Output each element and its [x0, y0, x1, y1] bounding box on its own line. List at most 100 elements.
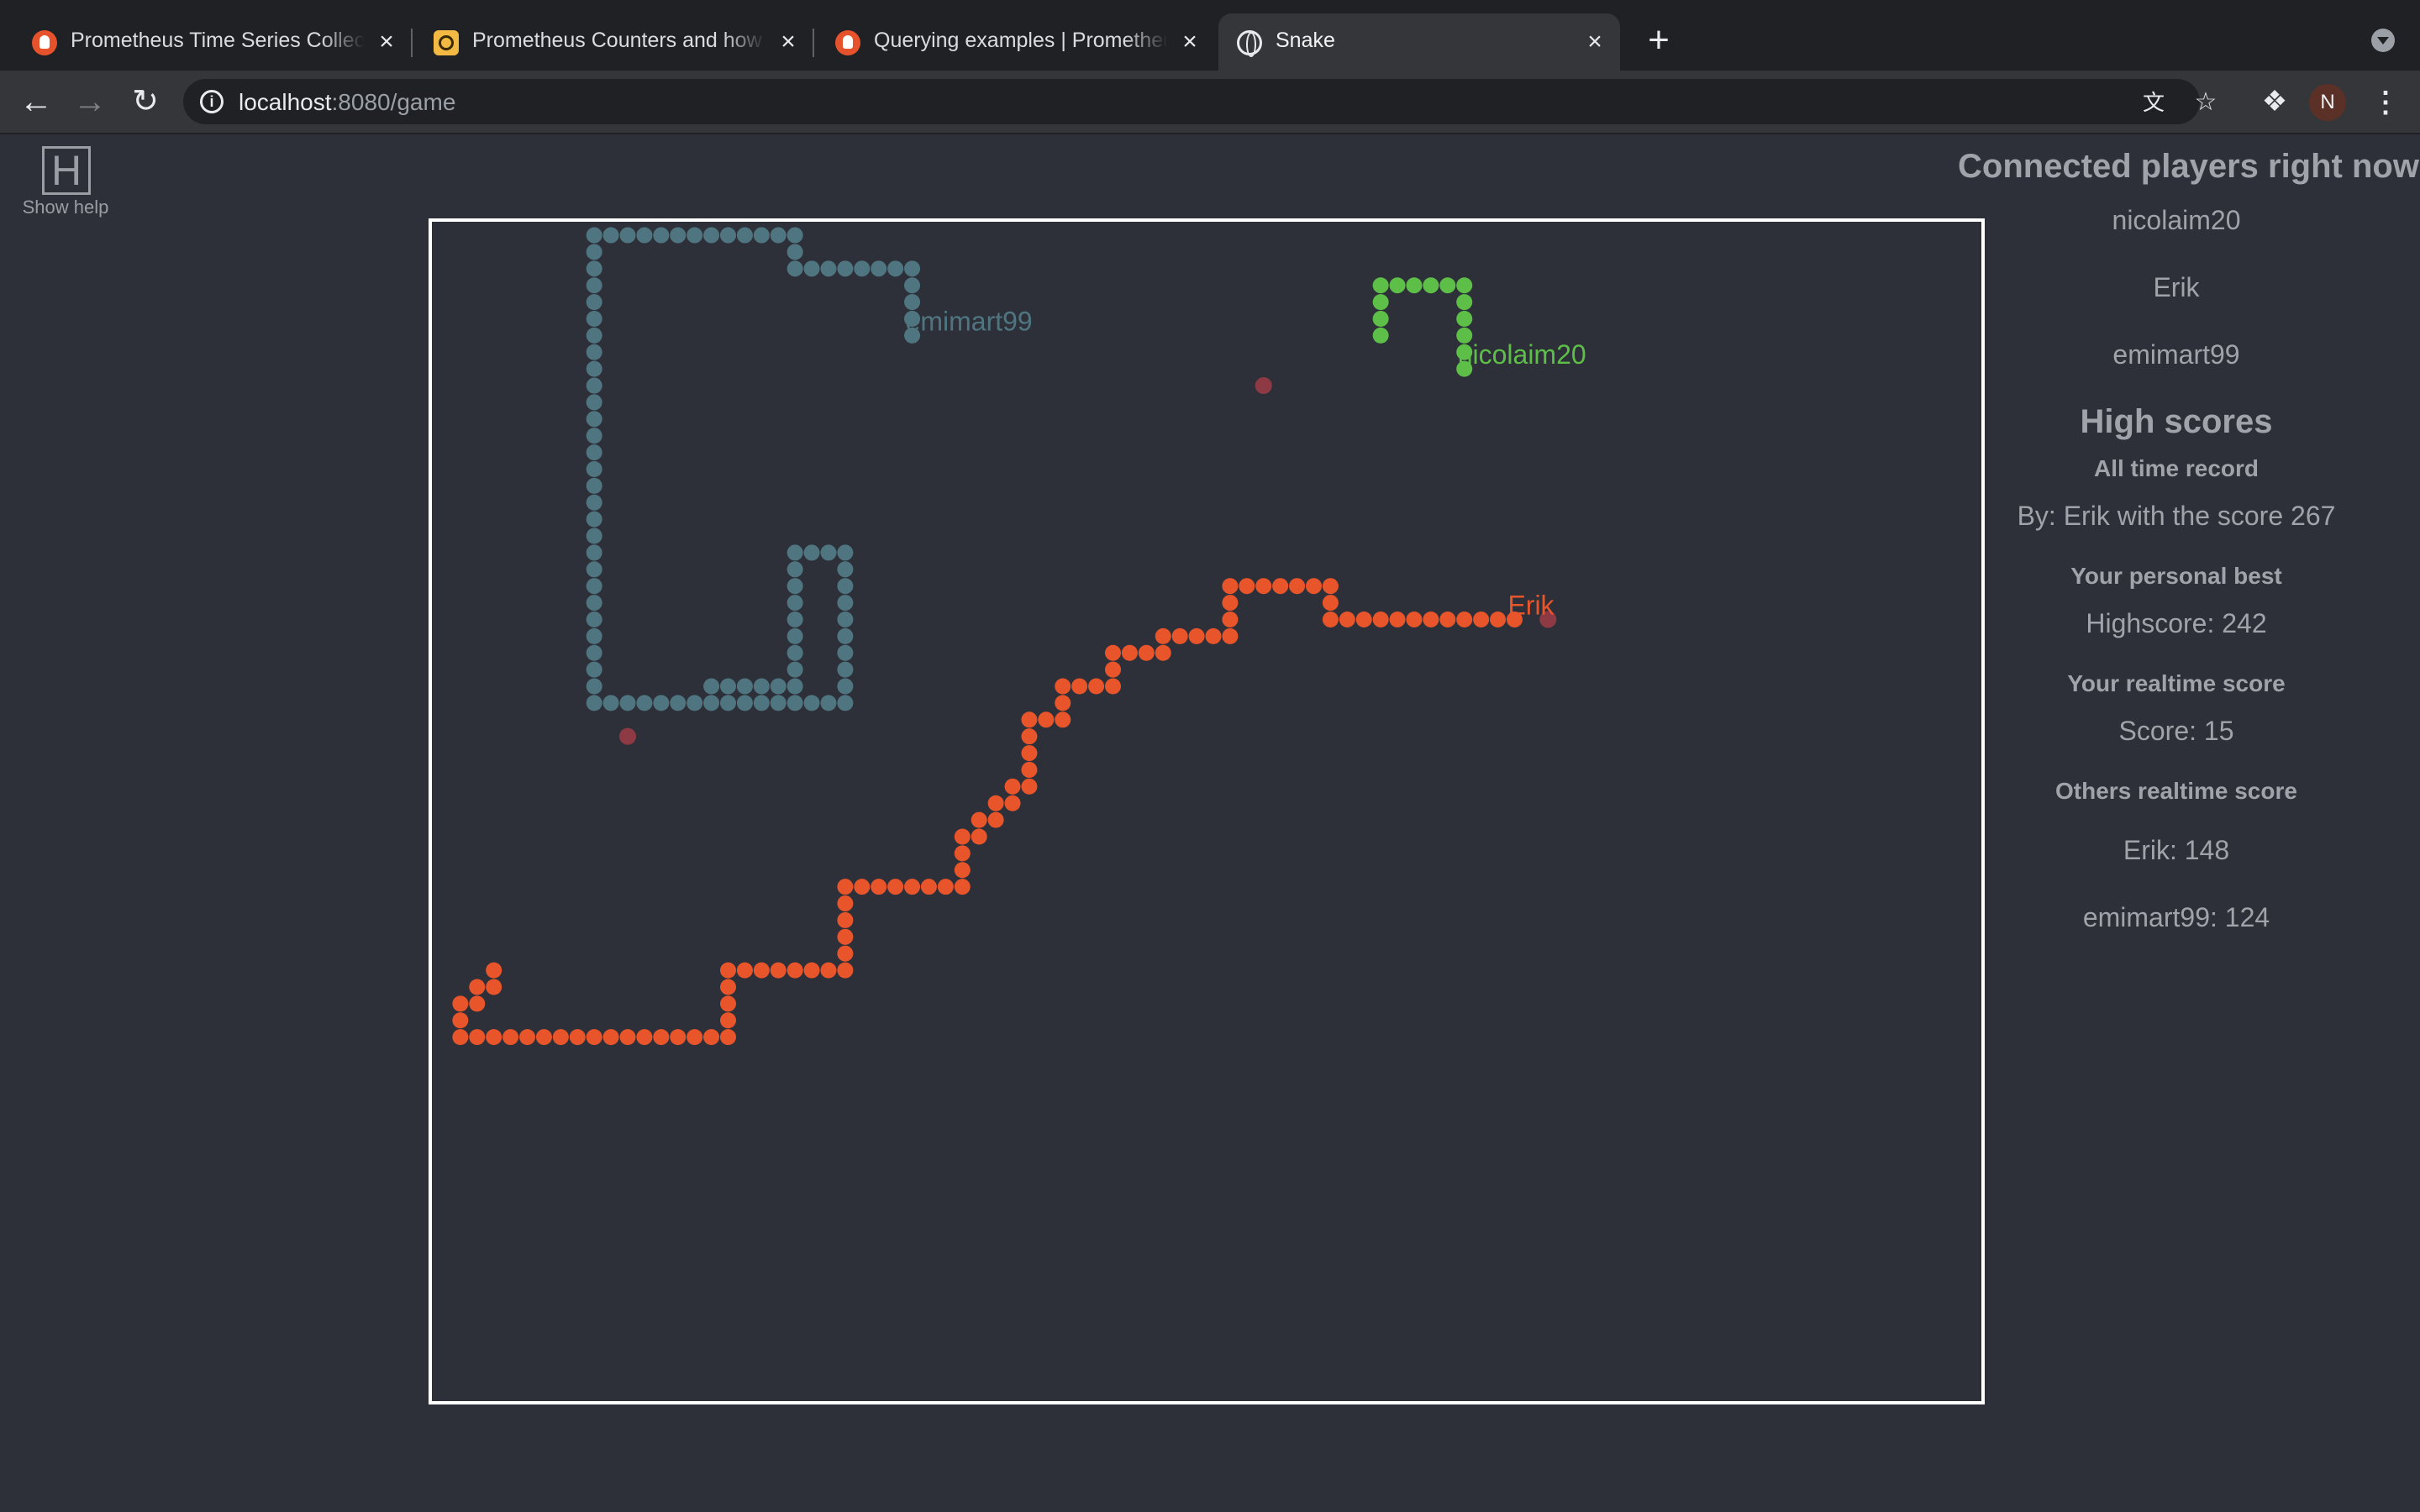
info-icon[interactable]: i — [200, 90, 224, 113]
menu-dots-icon[interactable]: ⋮ — [2371, 84, 2400, 121]
tab-search-icon[interactable] — [2371, 29, 2395, 52]
snake-segment — [837, 945, 854, 962]
snake-segment — [670, 227, 687, 244]
snake-segment — [687, 695, 703, 711]
snake-segment — [719, 678, 736, 695]
close-icon[interactable]: × — [1173, 25, 1207, 59]
snake-segment — [1439, 277, 1456, 294]
tab-querying-examples[interactable]: Querying examples | Prometheus × — [817, 13, 1215, 71]
other-player-score: emimart99: 124 — [2082, 902, 2270, 932]
snake-segment — [837, 627, 854, 644]
snake-segment — [786, 627, 803, 644]
snake-segment — [1406, 611, 1423, 627]
prometheus-icon — [835, 30, 860, 55]
snake-segment — [469, 1029, 486, 1046]
all-time-record-text: By: Erik with the score 267 — [2017, 501, 2336, 531]
snake-Erik — [452, 578, 1523, 1046]
new-tab-button[interactable]: + — [1640, 22, 1677, 59]
snake-segment — [586, 661, 602, 678]
tab-snake[interactable]: Snake × — [1218, 13, 1620, 71]
snake-segment — [786, 644, 803, 661]
snake-segment — [535, 1029, 552, 1046]
show-help-label[interactable]: Show help — [15, 197, 116, 218]
snake-segment — [837, 595, 854, 612]
snake-segment — [1456, 277, 1473, 294]
snake-segment — [786, 611, 803, 627]
snake-segment — [871, 879, 887, 895]
snake-segment — [719, 1029, 736, 1046]
close-icon[interactable]: × — [771, 25, 805, 59]
snake-segment — [502, 1029, 519, 1046]
snake-segment — [770, 227, 786, 244]
snake-segment — [1423, 611, 1439, 627]
snake-segment — [786, 661, 803, 678]
snake-segment — [1004, 795, 1021, 811]
snake-segment — [837, 644, 854, 661]
back-arrow-icon[interactable]: ← — [17, 82, 55, 121]
snake-segment — [1188, 627, 1205, 644]
profile-avatar[interactable]: N — [2309, 84, 2346, 121]
snake-segment — [1355, 611, 1372, 627]
snake-segment — [854, 260, 871, 277]
snake-segment — [719, 962, 736, 979]
game-board[interactable]: emimart99 nicolaim20 Erik — [429, 218, 1985, 1404]
snake-emimart99 — [586, 227, 921, 711]
tab-title: Querying examples | Prometheus — [874, 29, 1168, 52]
snake-segment — [1339, 611, 1355, 627]
close-icon[interactable]: × — [1578, 25, 1612, 59]
snake-segment — [987, 795, 1004, 811]
star-icon[interactable]: ☆ — [2191, 89, 2220, 116]
tab-strip: Prometheus Time Series Collection and Pr… — [0, 0, 2420, 71]
q-site-icon — [434, 30, 459, 55]
snake-segment — [837, 578, 854, 595]
tab-prometheus-counters[interactable]: Prometheus Counters and how to deal with… — [415, 13, 814, 71]
forward-arrow-icon[interactable]: → — [71, 82, 109, 121]
snake-segment — [1105, 678, 1122, 695]
snake-segment — [971, 811, 987, 828]
snake-segment — [602, 1029, 619, 1046]
snake-segment — [552, 1029, 569, 1046]
url-text[interactable]: localhost:8080/game — [239, 89, 455, 116]
snake-segment — [670, 1029, 687, 1046]
snake-segment — [586, 344, 602, 360]
snake-segment — [1004, 778, 1021, 795]
snake-segment — [586, 528, 602, 544]
address-bar[interactable]: i localhost:8080/game 文 ☆ — [183, 79, 2217, 124]
snake-segment — [703, 1029, 720, 1046]
close-icon[interactable]: × — [370, 25, 403, 59]
snake-segment — [803, 962, 820, 979]
snake-segment — [687, 1029, 703, 1046]
snake-segment — [753, 678, 770, 695]
snake-segment — [837, 928, 854, 945]
tab-prometheus-tsdb[interactable]: Prometheus Time Series Collection and Pr… — [13, 13, 413, 71]
help-key-icon[interactable]: H — [42, 146, 91, 195]
snake-segment — [1389, 277, 1406, 294]
snake-segment — [586, 627, 602, 644]
snake-segment — [954, 828, 971, 845]
snake-segment — [586, 411, 602, 428]
snake-segment — [954, 845, 971, 862]
snake-segment — [1171, 627, 1188, 644]
extensions-icon[interactable]: ❖ — [2255, 82, 2294, 121]
snake-segment — [803, 544, 820, 561]
snake-segment — [1372, 294, 1389, 311]
translate-icon[interactable]: 文 — [2139, 89, 2168, 116]
all-time-record-heading: All time record — [2093, 455, 2260, 481]
snake-segment — [452, 995, 469, 1012]
snake-segment — [837, 695, 854, 711]
other-player-score: Erik: 148 — [2123, 835, 2230, 865]
snake-segment — [837, 611, 854, 627]
snake-segment — [636, 1029, 653, 1046]
player-name: Erik — [2153, 272, 2200, 302]
snake-segment — [1021, 761, 1038, 778]
snake-segment — [586, 360, 602, 377]
snake-segment — [786, 561, 803, 578]
snake-segment — [954, 879, 971, 895]
reload-icon[interactable]: ↻ — [126, 82, 165, 121]
snake-segment — [1055, 678, 1071, 695]
snake-segment — [586, 444, 602, 461]
snake-segment — [837, 544, 854, 561]
snake-segment — [586, 561, 602, 578]
snake-segment — [786, 595, 803, 612]
snake-segment — [854, 879, 871, 895]
